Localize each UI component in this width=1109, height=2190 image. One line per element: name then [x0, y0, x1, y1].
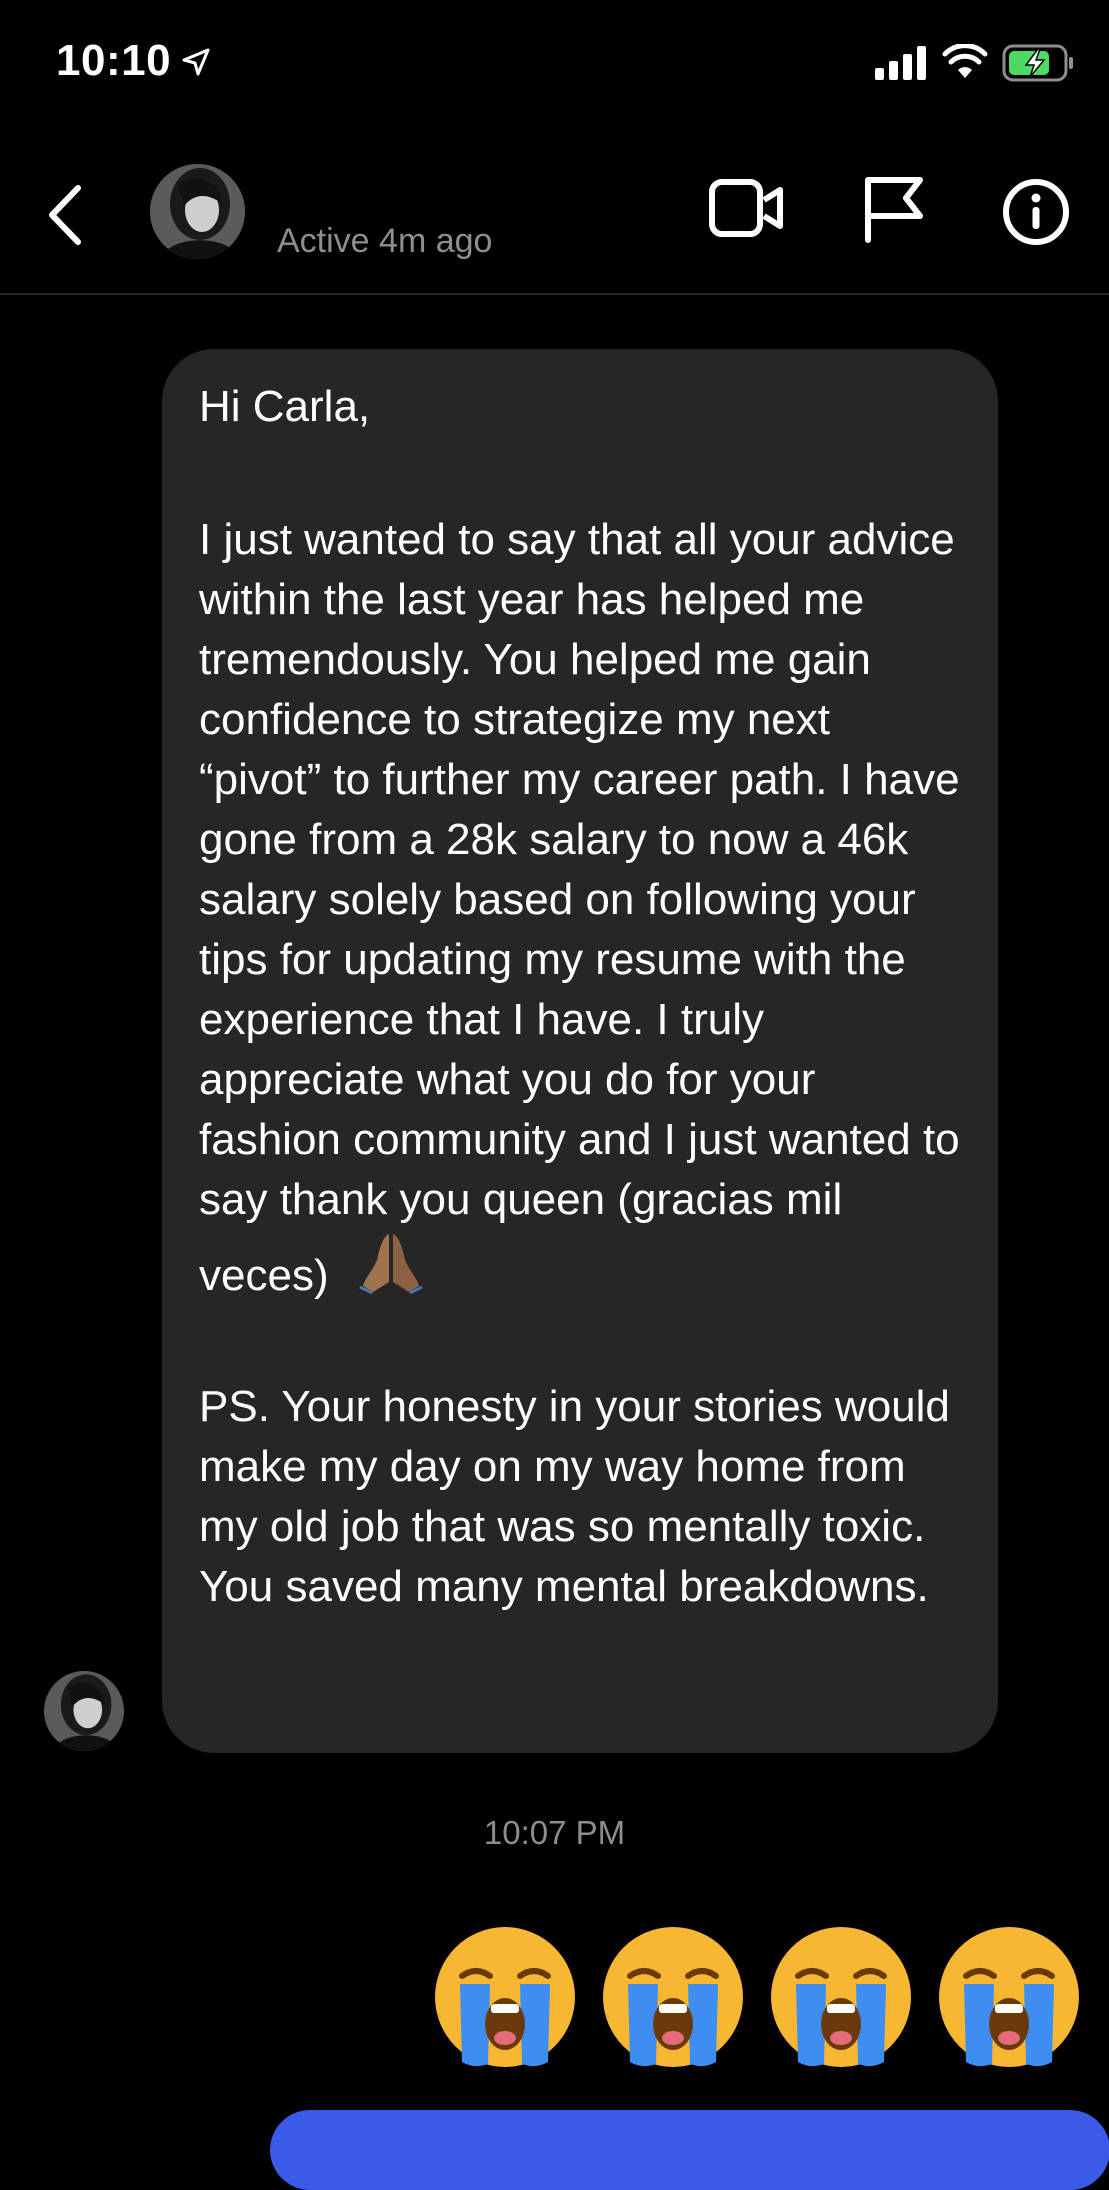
sender-avatar[interactable]: [44, 1671, 124, 1751]
location-arrow-icon: [182, 48, 210, 76]
wifi-icon: [942, 44, 988, 78]
cellular-signal-icon: [875, 46, 926, 80]
loudly-crying-face-emoji: [435, 1927, 575, 2067]
outgoing-message-bubble-partial[interactable]: [270, 2110, 1109, 2190]
message-timestamp: 10:07 PM: [483, 1814, 626, 1851]
contact-avatar[interactable]: [150, 164, 245, 259]
message-greeting: Hi Carla,: [199, 382, 371, 431]
battery-charging-icon: [1002, 44, 1073, 82]
folded-hands-emoji: [358, 1234, 423, 1294]
reply-emoji-message[interactable]: [0, 1924, 1109, 2074]
active-status: Active 4m ago: [277, 222, 493, 260]
loudly-crying-face-emoji: [939, 1927, 1079, 2067]
status-time: 10:10: [56, 36, 172, 85]
message-bubble[interactable]: Hi Carla, I just wanted to say that all …: [162, 349, 998, 1753]
video-call-icon[interactable]: [708, 178, 784, 238]
loudly-crying-face-emoji: [771, 1927, 911, 2067]
loudly-crying-face-emoji: [603, 1927, 743, 2067]
status-bar: 10:10: [0, 0, 1109, 130]
info-icon[interactable]: [1002, 178, 1070, 246]
flag-icon[interactable]: [862, 174, 926, 244]
message-body: I just wanted to say that all your advic…: [199, 510, 962, 1306]
message-body-text: I just wanted to say that all your advic…: [199, 515, 960, 1300]
message-ps: PS. Your honesty in your stories would m…: [199, 1382, 950, 1611]
chat-header: Active 4m ago: [0, 130, 1109, 295]
chevron-left-icon[interactable]: [40, 180, 92, 250]
